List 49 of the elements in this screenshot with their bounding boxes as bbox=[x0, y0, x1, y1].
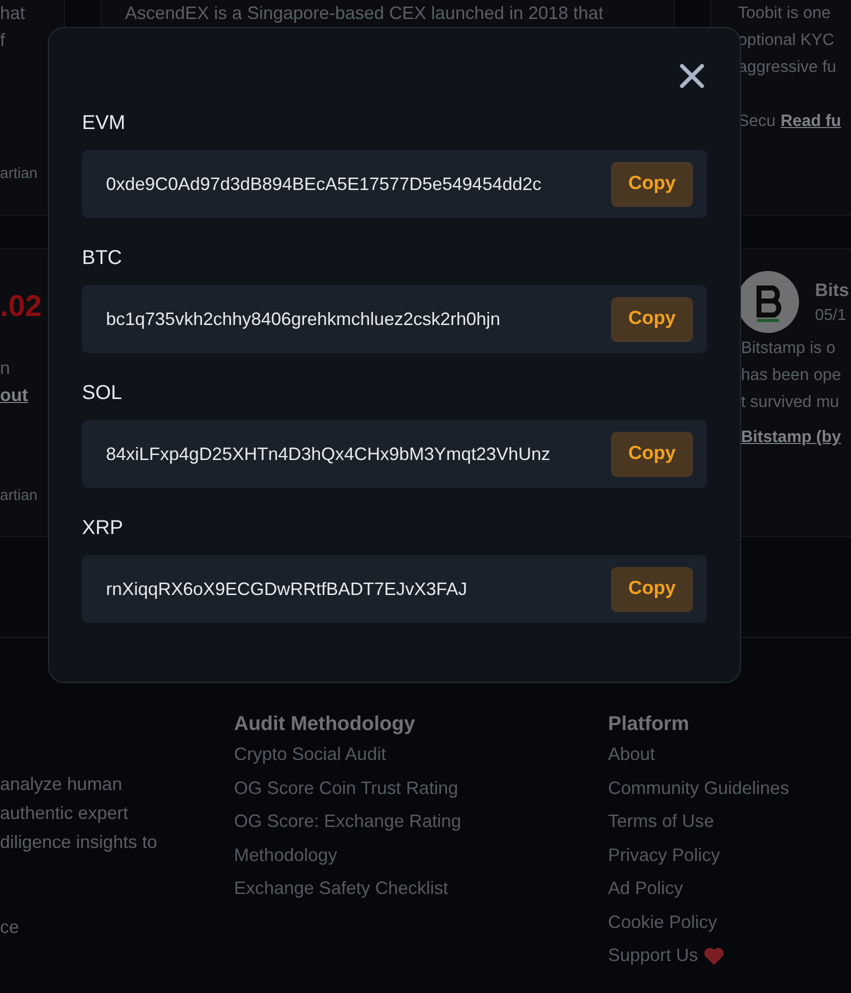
network-label: BTC bbox=[82, 246, 123, 270]
card-text: AscendEX is a Singapore-based CEX launched in 2018 that bbox=[125, 3, 604, 23]
network-label: EVM bbox=[82, 111, 126, 135]
card-text: aggressive fu bbox=[738, 57, 838, 78]
exchange-name: Bits bbox=[815, 280, 850, 300]
about-text: authentic expert bbox=[0, 802, 130, 825]
card-text: optional KYC bbox=[738, 30, 836, 51]
footer-link[interactable]: Cookie Policy bbox=[608, 912, 851, 932]
footer-link[interactable]: OG Score: Exchange Rating bbox=[234, 811, 608, 832]
footer-link[interactable]: Ad Policy bbox=[608, 878, 851, 899]
copy-button[interactable]: Copy bbox=[611, 296, 693, 342]
wallet-address: 84xiLFxp4gD25XHTn4D3hQx4CHx9bM3Ymqt23VhUnz bbox=[106, 444, 550, 464]
card-text: t survived mu bbox=[741, 392, 840, 413]
read-more-link[interactable]: Read fu bbox=[780, 108, 842, 135]
about-text: ce bbox=[0, 916, 20, 939]
copy-button[interactable]: Copy bbox=[611, 566, 693, 612]
footer-heading: Audit Methodology bbox=[234, 712, 416, 736]
about-text: diligence insights to bbox=[0, 831, 158, 854]
footer-heading: Platform bbox=[608, 712, 690, 736]
footer-link[interactable]: Privacy Policy bbox=[608, 844, 851, 866]
wallet-address: bc1q735vkh2chhy8406grehkmchluez2csk2rh0hjn bbox=[106, 308, 500, 330]
score-value: .02 bbox=[0, 289, 43, 325]
card-text: hat bbox=[0, 2, 26, 25]
card-text: has been ope bbox=[741, 365, 842, 386]
author-name: artian bbox=[0, 486, 39, 506]
author-name: artian bbox=[0, 164, 39, 184]
card-text: Bitstamp is o bbox=[741, 338, 836, 359]
card-text: Toobit is one bbox=[738, 3, 832, 24]
read-more-link[interactable]: Bitstamp (by bbox=[741, 424, 851, 451]
footer-link[interactable]: About bbox=[608, 744, 851, 765]
wallet-address: rnXiqqRX6oX9ECGDwRRtfBADT7EJvX3FAJ bbox=[106, 578, 468, 600]
card-text: f bbox=[0, 29, 6, 52]
footer-link[interactable]: Exchange Safety Checklist bbox=[234, 878, 608, 899]
about-text: analyze human bbox=[0, 773, 124, 796]
footer-link[interactable]: Terms of Use bbox=[608, 811, 851, 832]
heart-icon bbox=[704, 946, 724, 964]
card-text: n bbox=[0, 357, 12, 380]
wallet-address: 0xde9C0Ad97d3dB894BEcA5E17577D5e549454dd2c bbox=[106, 174, 542, 194]
network-label: SOL bbox=[82, 381, 124, 405]
network-label: XRP bbox=[82, 516, 124, 540]
copy-button[interactable]: Copy bbox=[611, 162, 693, 206]
close-icon[interactable] bbox=[679, 63, 705, 89]
footer-link[interactable]: OG Score Coin Trust Rating bbox=[234, 778, 608, 798]
review-date: 05/1 bbox=[815, 306, 848, 324]
footer-link[interactable]: Crypto Social Audit bbox=[234, 744, 608, 765]
footer-link[interactable]: Community Guidelines bbox=[608, 778, 851, 798]
footer-link[interactable]: Methodology bbox=[234, 844, 608, 866]
footer-link[interactable]: Support Us bbox=[608, 945, 698, 966]
copy-button[interactable]: Copy bbox=[611, 432, 693, 476]
